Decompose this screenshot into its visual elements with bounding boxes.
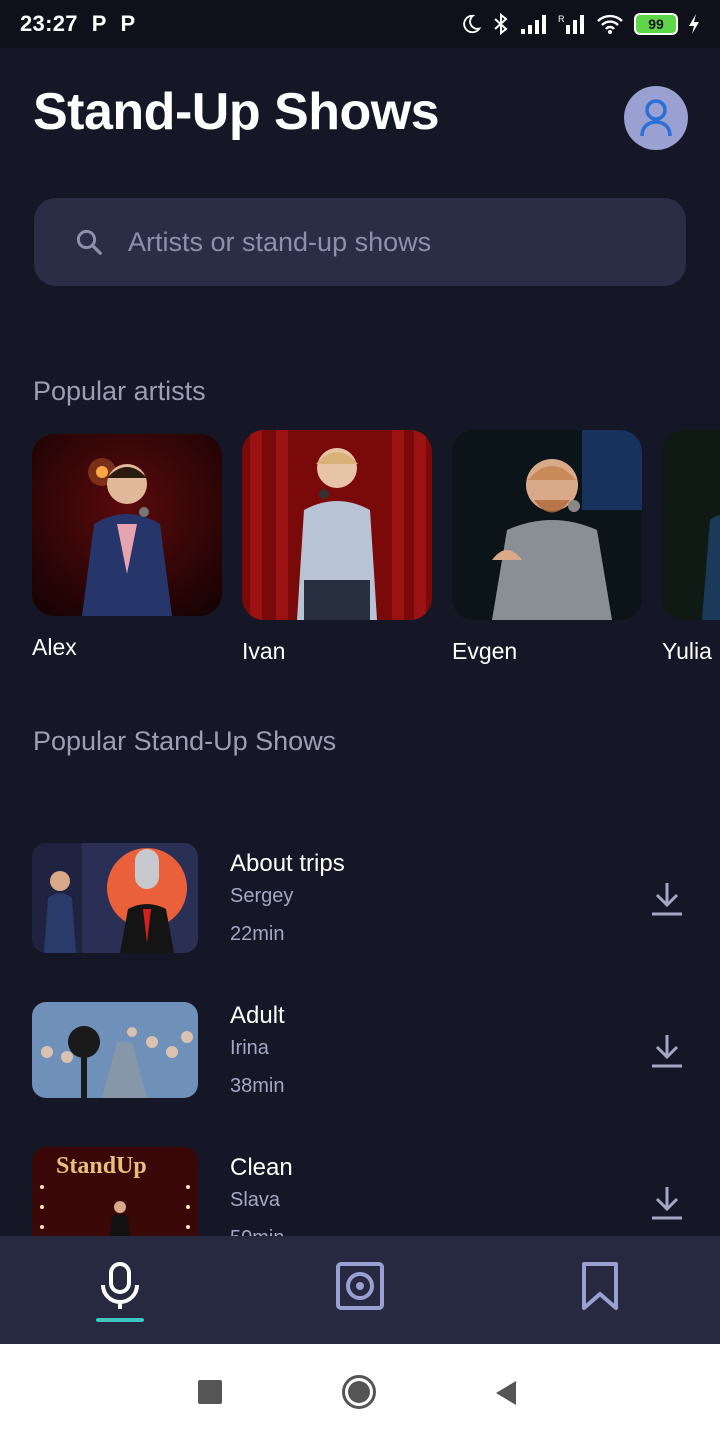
artists-carousel[interactable]: Alex Ivan Evgen Yulia [0, 430, 720, 670]
recents-button[interactable] [198, 1380, 222, 1404]
nav-tab-bookmarks[interactable] [570, 1256, 630, 1316]
artist-card-yulia[interactable]: Yulia [662, 430, 720, 665]
show-list-item[interactable]: StandUp Clean Slava 50min [0, 1144, 720, 1236]
moon-icon [463, 14, 482, 34]
artist-photo [242, 430, 432, 620]
download-icon[interactable] [648, 880, 686, 918]
profile-avatar-button[interactable] [624, 86, 688, 150]
bluetooth-icon [494, 12, 508, 36]
show-duration: 22min [230, 923, 285, 945]
show-title: About trips [230, 850, 345, 877]
back-triangle-icon [496, 1381, 516, 1405]
speaker-icon [336, 1262, 384, 1310]
show-title: Clean [230, 1154, 293, 1181]
charging-icon [689, 14, 699, 34]
show-list-item[interactable]: Adult Irina 38min [0, 992, 720, 1112]
download-icon[interactable] [648, 1032, 686, 1070]
nav-tab-shows[interactable] [90, 1256, 150, 1316]
bottom-navigation [0, 1236, 720, 1344]
artist-name: Ivan [242, 638, 286, 664]
artist-name: Alex [32, 634, 77, 660]
back-button[interactable] [494, 1380, 518, 1406]
show-artist: Irina [230, 1037, 269, 1059]
status-bar: 23:27 P P R 99 [0, 0, 720, 48]
signal-roaming-icon: R [558, 14, 584, 34]
show-duration: 50min [230, 1227, 284, 1236]
nav-tab-player[interactable] [330, 1256, 390, 1316]
download-icon[interactable] [648, 1184, 686, 1222]
show-thumbnail [32, 1002, 198, 1098]
show-artist: Slava [230, 1189, 281, 1211]
battery-icon: 99 [634, 13, 678, 35]
user-icon [640, 99, 672, 137]
show-title: Adult [230, 1002, 285, 1029]
search-icon [76, 229, 102, 255]
artist-photo [32, 434, 222, 616]
status-icons: R 99 [460, 12, 700, 36]
wifi-icon [597, 14, 623, 34]
artist-photo [662, 430, 720, 620]
status-time: 23:27 [20, 11, 78, 36]
microphone-icon [101, 1262, 139, 1309]
artist-photo [452, 430, 642, 620]
show-list-item[interactable]: About trips Sergey 22min [0, 840, 720, 960]
system-navigation-bar [0, 1344, 720, 1440]
show-artist: Sergey [230, 885, 294, 907]
circle-icon [342, 1375, 376, 1409]
notification-icon: P [91, 11, 107, 36]
signal-icon [521, 15, 546, 34]
artist-name: Yulia [662, 638, 712, 664]
popular-shows-title: Popular Stand-Up Shows [33, 726, 337, 756]
notification-icon: P [120, 11, 136, 36]
artist-card-evgen[interactable]: Evgen [452, 430, 642, 665]
shows-list[interactable]: About trips Sergey 22min Adult Irina 38m… [0, 840, 720, 1236]
active-tab-indicator [96, 1318, 144, 1322]
search-bar[interactable] [34, 198, 686, 286]
artist-card-ivan[interactable]: Ivan [242, 430, 432, 665]
svg-text:StandUp: StandUp [56, 1153, 147, 1179]
popular-artists-title: Popular artists [33, 376, 206, 406]
show-duration: 38min [230, 1075, 285, 1097]
page-title: Stand-Up Shows [33, 83, 440, 141]
bookmark-icon [582, 1262, 618, 1310]
svg-text:R: R [558, 14, 565, 24]
square-icon [198, 1380, 222, 1404]
show-thumbnail [32, 843, 198, 953]
search-input[interactable] [128, 226, 648, 258]
artist-name: Evgen [452, 638, 518, 664]
artist-card-alex[interactable]: Alex [32, 434, 222, 661]
show-thumbnail: StandUp [32, 1147, 198, 1236]
home-button[interactable] [341, 1374, 377, 1410]
